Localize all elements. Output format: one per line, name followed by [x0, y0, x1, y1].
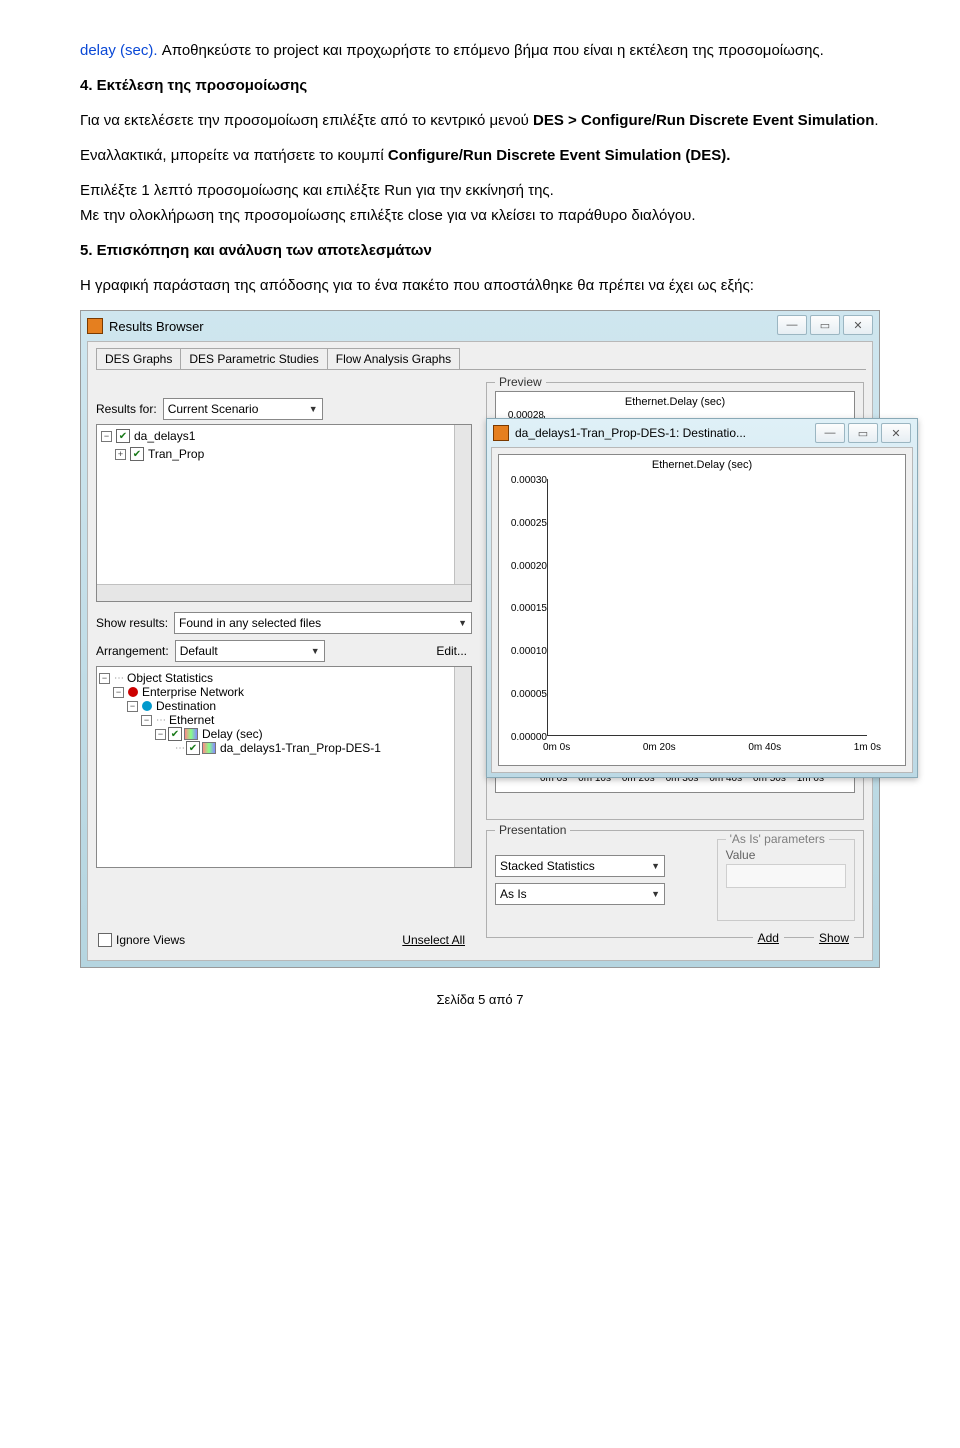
maximize-button[interactable]: ▭ [848, 423, 878, 443]
expand-minus-icon[interactable]: − [141, 715, 152, 726]
popup-title: da_delays1-Tran_Prop-DES-1: Destinatio..… [515, 426, 746, 440]
heading-4: 4. Εκτέλεση της προσομοίωσης [80, 75, 880, 96]
checkbox[interactable]: ✔ [186, 741, 200, 755]
statistics-tree[interactable]: −⋯Object Statistics −Enterprise Network … [96, 666, 472, 868]
tree-node-object-statistics[interactable]: −⋯Object Statistics [99, 671, 469, 685]
tabstrip: DES Graphs DES Parametric Studies Flow A… [88, 342, 872, 369]
chart-title: Ethernet.Delay (sec) [496, 392, 854, 412]
chevron-down-icon: ▼ [458, 618, 467, 628]
unselect-all-button[interactable]: Unselect All [397, 930, 470, 950]
expand-minus-icon[interactable]: − [127, 701, 138, 712]
tree-node-delay-sec[interactable]: −✔Delay (sec) [99, 727, 469, 741]
plot-area [547, 479, 867, 736]
x-axis-labels: 0m 0s 0m 20s 0m 40s 1m 0s [499, 740, 905, 757]
embedded-screenshot: Results Browser — ▭ ✕ DES Graphs DES Par… [80, 310, 880, 968]
tree-item-tran-prop[interactable]: + ✔ Tran_Prop [97, 445, 471, 463]
expand-minus-icon[interactable]: − [155, 729, 166, 740]
scenario-tree[interactable]: − ✔ da_delays1 + ✔ Tran_Prop [96, 424, 472, 602]
window-titlebar[interactable]: Results Browser — ▭ ✕ [81, 311, 879, 341]
scrollbar-vertical[interactable] [454, 425, 471, 601]
arrangement-select[interactable]: Default▼ [175, 640, 325, 662]
graph-icon [184, 728, 198, 740]
tree-node-enterprise-network[interactable]: −Enterprise Network [99, 685, 469, 699]
tab-underline [96, 369, 866, 370]
chevron-down-icon: ▼ [651, 861, 660, 871]
y-axis-labels: 0.00030 0.00025 0.00020 0.00015 0.00010 … [503, 475, 547, 743]
tree-node-destination[interactable]: −Destination [99, 699, 469, 713]
presentation-select-1[interactable]: Stacked Statistics▼ [495, 855, 665, 877]
edit-button[interactable]: Edit... [431, 641, 472, 661]
app-icon [87, 318, 103, 334]
tree-node-ethernet[interactable]: −⋯Ethernet [99, 713, 469, 727]
paragraph: delay (sec). Αποθηκεύστε το project και … [80, 40, 880, 61]
results-for-label: Results for: [96, 402, 157, 416]
highlight-text: delay (sec). [80, 42, 158, 59]
presentation-select-2[interactable]: As Is▼ [495, 883, 665, 905]
popup-titlebar[interactable]: da_delays1-Tran_Prop-DES-1: Destinatio..… [487, 419, 917, 447]
value-input[interactable] [726, 864, 846, 888]
show-results-select[interactable]: Found in any selected files▼ [174, 612, 472, 634]
scrollbar-vertical[interactable] [454, 667, 471, 867]
checkbox[interactable] [98, 933, 112, 947]
chevron-down-icon: ▼ [311, 646, 320, 656]
chart-popup-window[interactable]: da_delays1-Tran_Prop-DES-1: Destinatio..… [486, 418, 918, 778]
expand-minus-icon[interactable]: − [99, 673, 110, 684]
node-icon-cyan [142, 701, 152, 711]
maximize-button[interactable]: ▭ [810, 315, 840, 335]
checkbox[interactable]: ✔ [130, 447, 144, 461]
show-results-label: Show results: [96, 616, 168, 630]
chart-title: Ethernet.Delay (sec) [499, 455, 905, 475]
ignore-views-checkbox[interactable]: Ignore Views [98, 933, 185, 947]
document-body: delay (sec). Αποθηκεύστε το project και … [80, 40, 880, 296]
results-browser-window: Results Browser — ▭ ✕ DES Graphs DES Par… [81, 311, 879, 967]
chevron-down-icon: ▼ [309, 404, 318, 414]
tree-item-da-delays1[interactable]: − ✔ da_delays1 [97, 425, 471, 445]
app-icon [493, 425, 509, 441]
tab-flow-analysis[interactable]: Flow Analysis Graphs [327, 348, 460, 369]
minimize-button[interactable]: — [777, 315, 807, 335]
tree-node-des-run[interactable]: ⋯✔da_delays1-Tran_Prop-DES-1 [99, 741, 469, 755]
window-body: DES Graphs DES Parametric Studies Flow A… [87, 341, 873, 961]
expand-minus-icon[interactable]: − [113, 687, 124, 698]
asis-param-label: 'As Is' parameters [726, 832, 829, 846]
paragraph: Με την ολοκλήρωση της προσομοίωσης επιλέ… [80, 205, 880, 226]
node-icon-red [128, 687, 138, 697]
preview-label: Preview [495, 375, 546, 389]
paragraph: Εναλλακτικά, μπορείτε να πατήσετε το κου… [80, 145, 880, 166]
scrollbar-horizontal[interactable] [97, 584, 471, 601]
left-panel: Results for: Current Scenario▼ − ✔ da_de… [96, 398, 472, 952]
page-footer: Σελίδα 5 από 7 [80, 968, 880, 1017]
results-for-select[interactable]: Current Scenario▼ [163, 398, 323, 420]
popup-body: Ethernet.Delay (sec) 0.00030 0.00025 0.0… [491, 447, 913, 773]
presentation-label: Presentation [495, 823, 570, 837]
tab-des-graphs[interactable]: DES Graphs [96, 348, 181, 369]
tab-des-parametric[interactable]: DES Parametric Studies [180, 348, 327, 369]
graph-icon [202, 742, 216, 754]
close-button[interactable]: ✕ [881, 423, 911, 443]
close-button[interactable]: ✕ [843, 315, 873, 335]
window-title: Results Browser [109, 319, 204, 334]
paragraph: Η γραφική παράσταση της απόδοσης για το … [80, 275, 880, 296]
arrangement-label: Arrangement: [96, 644, 169, 658]
expand-plus-icon[interactable]: + [115, 449, 126, 460]
checkbox[interactable]: ✔ [168, 727, 182, 741]
chevron-down-icon: ▼ [651, 889, 660, 899]
popup-chart: Ethernet.Delay (sec) 0.00030 0.00025 0.0… [498, 454, 906, 766]
heading-5: 5. Επισκόπηση και ανάλυση των αποτελεσμά… [80, 240, 880, 261]
paragraph: Επιλέξτε 1 λεπτό προσομοίωσης και επιλέξ… [80, 180, 880, 201]
add-button[interactable]: Add [753, 928, 784, 948]
minimize-button[interactable]: — [815, 423, 845, 443]
value-column-label: Value [726, 848, 846, 862]
as-is-param-group: 'As Is' parameters Value [717, 839, 855, 921]
presentation-group: Presentation Stacked Statistics▼ As Is▼ [486, 830, 864, 938]
paragraph: Για να εκτελέσετε την προσομοίωση επιλέξ… [80, 110, 880, 131]
checkbox[interactable]: ✔ [116, 429, 130, 443]
show-button[interactable]: Show [814, 928, 854, 948]
expand-minus-icon[interactable]: − [101, 431, 112, 442]
